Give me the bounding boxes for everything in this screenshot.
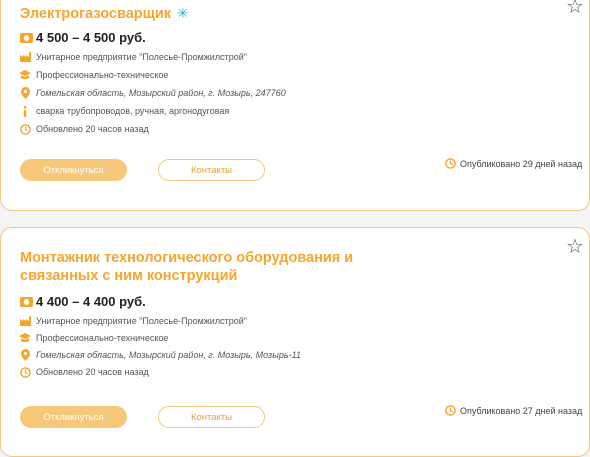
location-pin-icon: [19, 349, 31, 361]
vacancy-title[interactable]: Электрогазосварщик ✳: [20, 4, 189, 23]
vacancy-card[interactable]: ☆ Монтажник технологического оборудовани…: [0, 227, 590, 457]
education-row: Профессионально-техническое: [19, 332, 168, 344]
salary: 4 400 – 4 400 руб.: [36, 294, 146, 309]
salary: 4 500 – 4 500 руб.: [36, 30, 146, 45]
location-row: Гомельская область, Мозырский район, г. …: [19, 349, 301, 361]
details-row: сварка трубопроводов, ручная, аргонодуго…: [19, 105, 229, 117]
salary-row: 4 500 – 4 500 руб.: [20, 30, 146, 45]
published-info: Опубликовано 29 дней назад: [445, 155, 585, 173]
location-row: Гомельская область, Мозырский район, г. …: [19, 87, 286, 99]
education-row: Профессионально-техническое: [19, 69, 168, 81]
favorite-star-icon[interactable]: ☆: [566, 237, 584, 257]
info-icon: [19, 105, 31, 117]
clock-icon: [445, 158, 457, 170]
published-text: Опубликовано 27 дней назад: [460, 406, 583, 416]
details: сварка трубопроводов, ручная, аргонодуго…: [36, 106, 230, 116]
employer-row: Унитарное предприятие "Полесье-Промжилст…: [19, 315, 247, 327]
money-icon: [20, 296, 33, 307]
education-level: Профессионально-техническое: [36, 70, 169, 80]
education-level: Профессионально-техническое: [36, 333, 169, 343]
vacancy-card[interactable]: ☆ Электрогазосварщик ✳ 4 500 – 4 500 руб.…: [0, 0, 590, 211]
factory-icon: [19, 51, 31, 63]
updated-text: Обновлено 20 часов назад: [36, 124, 149, 134]
graduation-cap-icon: [19, 332, 31, 344]
apply-button[interactable]: Откликнуться: [20, 159, 127, 181]
contacts-button[interactable]: Контакты: [158, 159, 265, 181]
contacts-button[interactable]: Контакты: [158, 406, 265, 428]
factory-icon: [19, 315, 31, 327]
graduation-cap-icon: [19, 69, 31, 81]
published-text: Опубликовано 29 дней назад: [460, 159, 583, 169]
employer-name: Унитарное предприятие "Полесье-Промжилст…: [36, 316, 247, 326]
snowflake-icon: ✳: [177, 5, 189, 21]
clock-icon: [445, 405, 457, 417]
vacancy-title-text[interactable]: Электрогазосварщик: [20, 6, 171, 22]
location: Гомельская область, Мозырский район, г. …: [36, 350, 301, 360]
updated-row: Обновлено 20 часов назад: [19, 366, 149, 378]
salary-row: 4 400 – 4 400 руб.: [20, 294, 146, 309]
apply-button[interactable]: Откликнуться: [20, 406, 127, 428]
updated-row: Обновлено 20 часов назад: [19, 123, 149, 135]
location: Гомельская область, Мозырский район, г. …: [36, 88, 286, 98]
employer-name: Унитарное предприятие "Полесье-Промжилст…: [36, 52, 247, 62]
published-info: Опубликовано 27 дней назад: [445, 402, 585, 420]
location-pin-icon: [19, 87, 31, 99]
clock-icon: [19, 123, 31, 135]
money-icon: [20, 32, 33, 43]
updated-text: Обновлено 20 часов назад: [36, 367, 149, 377]
favorite-star-icon[interactable]: ☆: [566, 0, 584, 17]
vacancy-title[interactable]: Монтажник технологического оборудования …: [20, 249, 420, 285]
employer-row: Унитарное предприятие "Полесье-Промжилст…: [19, 51, 247, 63]
clock-icon: [19, 366, 31, 378]
